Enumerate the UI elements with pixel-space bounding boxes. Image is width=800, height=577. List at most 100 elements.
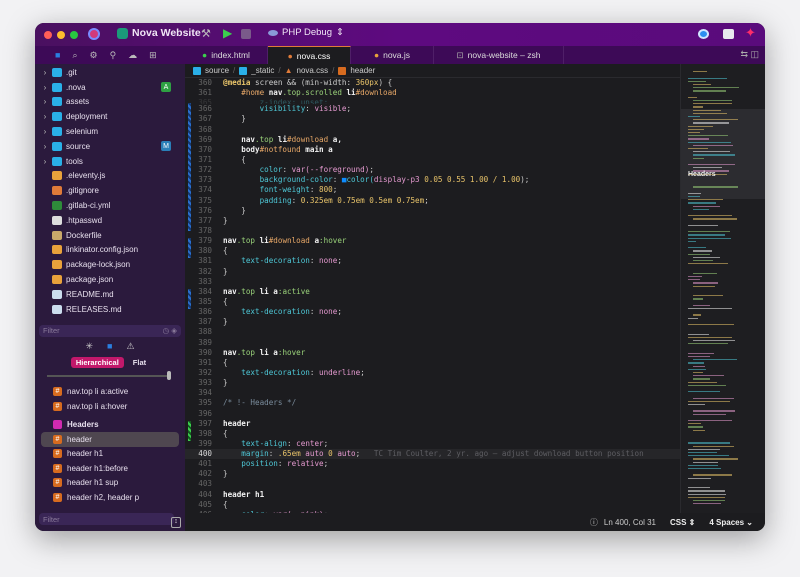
tab-2[interactable]: ● nova.js: [351, 46, 434, 64]
code-token: display-p3: [374, 175, 424, 185]
file-tree-item[interactable]: .eleventy.js: [35, 169, 185, 184]
symbol-item[interactable]: # header h1 sup: [35, 476, 185, 491]
minimize-button[interactable]: [57, 31, 65, 39]
file-filter-input[interactable]: Filter ◷ ◈: [39, 325, 181, 337]
code-editor[interactable]: 360 @media screen && (min-width: 360px) {…: [185, 78, 680, 513]
depth-slider[interactable]: [47, 371, 171, 381]
crumb-static[interactable]: _static: [251, 66, 274, 75]
file-tree-item[interactable]: package.json: [35, 272, 185, 287]
nova-logo-icon[interactable]: [88, 28, 100, 40]
symbol-item[interactable]: # header: [41, 432, 179, 447]
code-line: 400 margin: .65em auto 0 auto; TC Tim Co…: [185, 449, 680, 459]
gear-icon[interactable]: ⚙: [89, 50, 97, 61]
file-tree-item[interactable]: RELEASES.md: [35, 302, 185, 317]
file-tree-item[interactable]: › deployment: [35, 109, 185, 124]
history-icon[interactable]: ◷ ◈: [163, 326, 177, 335]
file-tree-item[interactable]: .gitlab-ci.yml: [35, 198, 185, 213]
tab-0[interactable]: ● index.html: [185, 46, 268, 64]
code-line: 378: [185, 226, 680, 236]
build-hammer-icon[interactable]: ⚒: [201, 27, 211, 40]
code-token: 800: [319, 185, 333, 195]
asterisk-icon[interactable]: ✳: [85, 341, 93, 352]
split-icon[interactable]: ⇆ ◫: [734, 46, 765, 64]
indent-selector[interactable]: 4 Spaces ⌄: [709, 518, 753, 527]
code-token: }: [223, 317, 228, 327]
chevron-right-icon[interactable]: ›: [35, 157, 49, 166]
warning-icon[interactable]: ⚠: [126, 341, 134, 352]
symbol-item[interactable]: # header h2, header p: [35, 490, 185, 505]
file-tree-item[interactable]: › .git: [35, 65, 185, 80]
search-icon[interactable]: ⌕: [72, 50, 77, 61]
crumb-file[interactable]: nova.css: [297, 66, 329, 75]
minimap-line: [688, 494, 726, 495]
run-play-icon[interactable]: ▶: [223, 26, 232, 40]
minimap-line: [693, 71, 707, 72]
code-token: ;: [324, 439, 329, 449]
line-number: 401: [185, 459, 223, 469]
chevron-right-icon[interactable]: ›: [35, 68, 49, 77]
minimap-line: [693, 340, 735, 341]
chevron-right-icon[interactable]: ›: [35, 112, 49, 121]
symbols-icon[interactable]: ■: [107, 341, 112, 352]
symbol-item[interactable]: # nav.top li a:active: [35, 385, 185, 400]
file-tree-item[interactable]: .gitignore: [35, 183, 185, 198]
tab-label: nova-website – zsh: [468, 50, 541, 60]
code-token: :: [282, 165, 291, 175]
file-tree-item[interactable]: › .nova A: [35, 80, 185, 95]
symbol-item[interactable]: # header h1:before: [35, 461, 185, 476]
symbol-item[interactable]: # nav.top li a:hover: [35, 399, 185, 414]
grid-icon[interactable]: ⊞: [149, 50, 157, 61]
git-icon[interactable]: ⚲: [110, 50, 117, 61]
chevron-right-icon[interactable]: ›: [35, 83, 49, 92]
sidebar-toggle-icon[interactable]: [723, 29, 734, 39]
code-line: 401 position: relative;: [185, 459, 680, 469]
chevron-right-icon[interactable]: ›: [35, 142, 49, 151]
file-tree-item[interactable]: .htpasswd: [35, 213, 185, 228]
sparkle-icon[interactable]: ✦: [745, 25, 756, 41]
code-line: 375 padding: 0.325em 0.75em 0.5em 0.75em…: [185, 196, 680, 206]
file-tree-item[interactable]: › source M: [35, 139, 185, 154]
symbol-filter-input[interactable]: Filter: [39, 513, 174, 525]
tab-1[interactable]: ● nova.css: [268, 46, 351, 64]
stop-icon[interactable]: [241, 29, 251, 39]
files-icon[interactable]: ■: [55, 50, 60, 60]
sort-icon[interactable]: ↕: [171, 517, 181, 528]
file-tree-item[interactable]: › selenium: [35, 124, 185, 139]
cursor-position[interactable]: Ln 400, Col 31: [604, 518, 656, 527]
code-line: 403: [185, 479, 680, 489]
nova-window: Nova Website ⚒ ▶ PHP Debug ⇕ ✦ ■ ⌕ ⚙ ⚲ ☁…: [35, 23, 765, 531]
symbol-item[interactable]: Headers: [35, 418, 185, 433]
zoom-button[interactable]: [70, 31, 78, 39]
tab-3[interactable]: ⊡ nova-website – zsh: [434, 46, 564, 64]
file-tree-item[interactable]: › tools: [35, 154, 185, 169]
mode-flat[interactable]: Flat: [130, 357, 149, 368]
chevron-right-icon[interactable]: ›: [35, 97, 49, 106]
file-tree-item[interactable]: README.md: [35, 287, 185, 302]
file-name: deployment: [66, 112, 107, 121]
file-tree-item[interactable]: Dockerfile: [35, 228, 185, 243]
scheme-selector[interactable]: PHP Debug ⇕: [268, 27, 344, 38]
close-button[interactable]: [44, 31, 52, 39]
slider-thumb[interactable]: [167, 371, 171, 380]
crumb-source[interactable]: source: [205, 66, 229, 75]
preview-eye-icon[interactable]: [698, 29, 709, 39]
code-line: 389: [185, 338, 680, 348]
info-icon[interactable]: ⓘ: [590, 517, 598, 528]
crumb-symbol[interactable]: header: [350, 66, 375, 75]
mode-hierarchical[interactable]: Hierarchical: [71, 357, 124, 368]
symbol-label: header h1:before: [67, 464, 128, 473]
code-token: li a: [255, 348, 278, 358]
file-tree-item[interactable]: › assets: [35, 95, 185, 110]
project-selector[interactable]: Nova Website: [117, 27, 201, 39]
code-token: :: [310, 185, 319, 195]
cloud-icon[interactable]: ☁: [128, 50, 137, 61]
file-tree-item[interactable]: package-lock.json: [35, 257, 185, 272]
code-line: 395/* !- Headers */: [185, 398, 680, 408]
minimap[interactable]: Headers: [680, 64, 765, 513]
syntax-selector[interactable]: CSS ⇕: [670, 518, 695, 527]
symbol-item[interactable]: # header h1: [35, 447, 185, 462]
minimap-line: [688, 337, 732, 338]
chevron-right-icon[interactable]: ›: [35, 127, 49, 136]
chevron-updown-icon: ⇕: [336, 27, 344, 38]
file-tree-item[interactable]: linkinator.config.json: [35, 243, 185, 258]
